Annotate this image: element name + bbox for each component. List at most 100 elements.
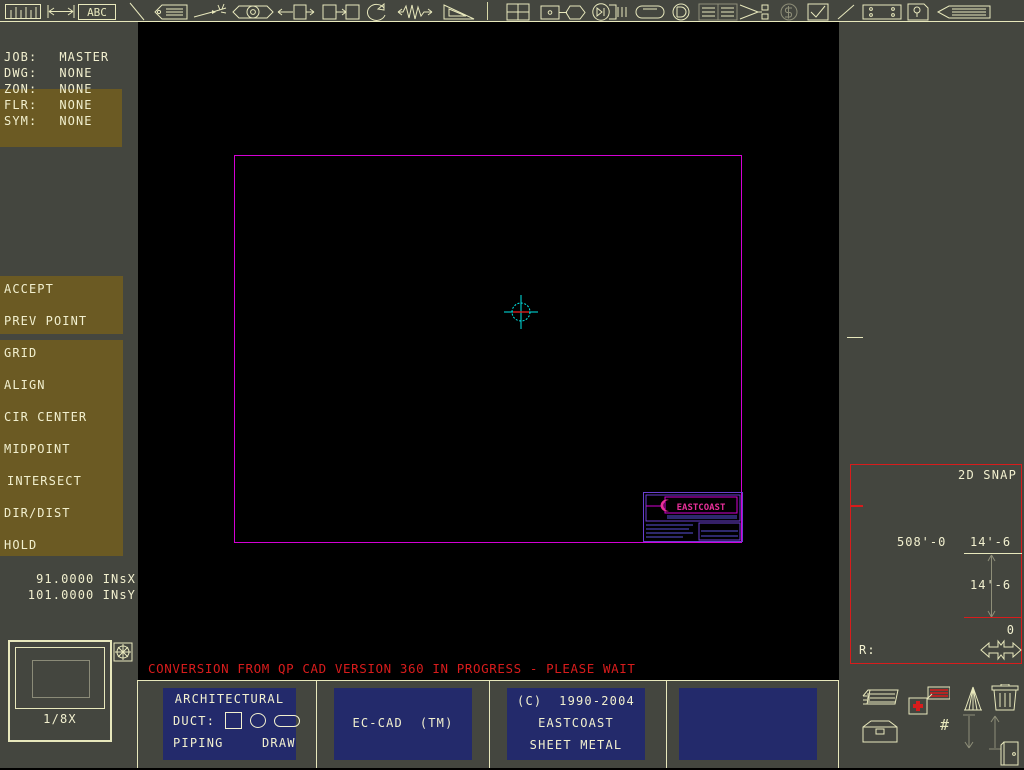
trash-delete-icon[interactable] (990, 683, 1020, 716)
menu-item-prev-point[interactable]: PREV POINT (4, 314, 87, 328)
fitting-oval-icon[interactable] (540, 2, 586, 21)
grid-window-icon[interactable] (504, 2, 532, 21)
piping-button[interactable]: PIPING (173, 736, 224, 750)
scissors-cut-icon[interactable] (738, 2, 772, 21)
copyright-years: (C) 1990-2004 (517, 694, 635, 708)
abc-text-icon[interactable]: ABC (78, 2, 116, 21)
ruler-icon[interactable] (4, 2, 42, 21)
oval-duct-icon[interactable] (274, 715, 300, 727)
slash-line-icon[interactable] (834, 2, 860, 21)
snap-value-zero: 0 (1006, 623, 1015, 637)
circle-info-icon[interactable] (668, 2, 694, 21)
duct-shape-row: DUCT: (163, 711, 300, 731)
2d-snap-title: 2D SNAP (958, 468, 1017, 482)
hash-grid-icon[interactable]: # (940, 716, 949, 734)
horizontal-flip-arrow-icon[interactable] (979, 639, 1023, 661)
product-name-label: EC-CAD (TM) (352, 716, 454, 730)
down-arrow-icon[interactable] (962, 714, 976, 754)
menu-item-hold[interactable]: HOLD (4, 538, 37, 552)
dimension-arrows-icon[interactable] (46, 2, 76, 21)
info-row-sym: SYM: NONE (4, 114, 93, 128)
damper-icon[interactable] (590, 2, 630, 21)
info-row-job: JOB: MASTER (4, 50, 109, 64)
info-row-dwg-text: DWG: (4, 66, 38, 80)
round-duct-icon[interactable] (250, 713, 266, 728)
coordinate-y-readout: 101.0000 INsY (27, 588, 136, 602)
list-table-icon[interactable] (698, 2, 738, 21)
pan-target-icon[interactable] (113, 642, 133, 662)
pencil-draw-icon[interactable] (936, 2, 992, 21)
hardware-plate-icon[interactable] (862, 2, 902, 21)
snap-lower-rule (964, 617, 1022, 618)
insert-left-icon[interactable] (276, 2, 316, 21)
tag-label-icon[interactable] (150, 2, 190, 21)
antenna-spread-icon[interactable] (962, 686, 984, 716)
menu-item-grid[interactable]: GRID (4, 346, 37, 360)
diffuser-icon[interactable] (634, 2, 666, 21)
triangle-angle-icon[interactable] (440, 2, 478, 21)
copyright-division: SHEET METAL (529, 738, 623, 752)
info-row-zon-value: NONE (59, 82, 93, 96)
transition-icon[interactable] (322, 2, 360, 21)
add-item-callout-icon[interactable] (908, 686, 951, 720)
main-toolbar: ABC (0, 0, 1024, 22)
discipline-panel[interactable]: ARCHITECTURAL DUCT: PIPING DRAW (163, 688, 300, 760)
2d-snap-panel[interactable]: 2D SNAP 508'-0 14'-6 14'-6 0 R: (850, 464, 1022, 664)
menu-item-cir-center[interactable]: CIR CENTER (4, 410, 87, 424)
info-row-job-value: MASTER (59, 50, 110, 64)
key-lock-icon[interactable] (906, 2, 930, 21)
drawing-canvas[interactable]: EASTCOAST CONVERSION FROM QP CAD VERSION… (138, 22, 839, 680)
title-block[interactable]: EASTCOAST (643, 492, 743, 542)
spark-point-icon[interactable] (192, 2, 230, 21)
menu-item-align[interactable]: ALIGN (4, 378, 46, 392)
menu-item-dir-dist[interactable]: DIR/DIST (4, 506, 71, 520)
info-row-sym-value: NONE (59, 114, 93, 128)
zoom-inner-rect (32, 660, 90, 698)
zoom-level-label: 1/8X (43, 712, 77, 726)
drawing-sheet-border (234, 155, 742, 543)
rotate-arc-icon[interactable] (364, 2, 390, 21)
info-row-dwg-value: NONE (59, 66, 93, 80)
status-message-line-1: CONVERSION FROM QP CAD VERSION 360 IN PR… (148, 661, 636, 676)
info-row-job-text: JOB: (4, 50, 38, 64)
snap-value-left: 508'-0 (897, 535, 947, 549)
snap-red-dash (851, 505, 863, 507)
bottom-vertical-divider-2 (489, 680, 490, 768)
briefcase-job-icon[interactable] (862, 720, 898, 748)
info-row-flr: FLR: NONE (4, 98, 93, 112)
eye-view-icon[interactable] (232, 2, 274, 21)
info-row-flr-text: FLR: (4, 98, 38, 112)
snap-r-label: R: (859, 643, 876, 657)
product-panel[interactable]: EC-CAD (TM) (334, 688, 472, 760)
menu-item-intersect[interactable]: INTERSECT (7, 474, 82, 488)
checkmark-box-icon[interactable] (806, 2, 830, 21)
bottom-vertical-divider-1 (316, 680, 317, 768)
titleblock-logo-text: EASTCOAST (677, 503, 726, 513)
right-panel: 2D SNAP 508'-0 14'-6 14'-6 0 R: (839, 22, 1024, 680)
right-panel-tick (847, 337, 863, 338)
snap-value-top: 14'-6 (970, 535, 1012, 549)
menu-item-midpoint[interactable]: MIDPOINT (4, 442, 71, 456)
square-duct-icon[interactable] (225, 712, 242, 729)
duct-label: DUCT: (173, 714, 216, 728)
copyright-company: EASTCOAST (538, 716, 614, 730)
left-panel: JOB: MASTER DWG: NONE ZON: NONE FLR: NONE SY… (0, 22, 138, 768)
bottom-vertical-divider-4 (838, 680, 839, 768)
bottom-vertical-divider-3 (666, 680, 667, 768)
bottom-left-divider (137, 680, 138, 768)
info-row-sym-text: SYM: (4, 114, 38, 128)
copyright-panel[interactable]: (C) 1990-2004 EASTCOAST SHEET METAL (507, 688, 645, 760)
zoom-preview-widget[interactable]: 1/8X (8, 640, 112, 742)
discipline-title: ARCHITECTURAL (174, 692, 285, 706)
menu-item-accept[interactable]: ACCEPT (4, 282, 54, 296)
exit-door-icon[interactable] (1000, 740, 1022, 770)
blank-panel[interactable] (679, 688, 817, 760)
stacked-sheets-icon[interactable] (862, 686, 902, 716)
diagonal-line-icon[interactable] (128, 2, 148, 21)
info-row-flr-value: NONE (59, 98, 93, 112)
draw-button[interactable]: DRAW (262, 736, 296, 750)
info-row-dwg: DWG: NONE (4, 66, 93, 80)
coordinate-x-readout: 91.0000 INsX (36, 572, 136, 586)
flex-duct-icon[interactable] (396, 2, 438, 21)
dollar-circle-icon[interactable] (776, 2, 802, 21)
